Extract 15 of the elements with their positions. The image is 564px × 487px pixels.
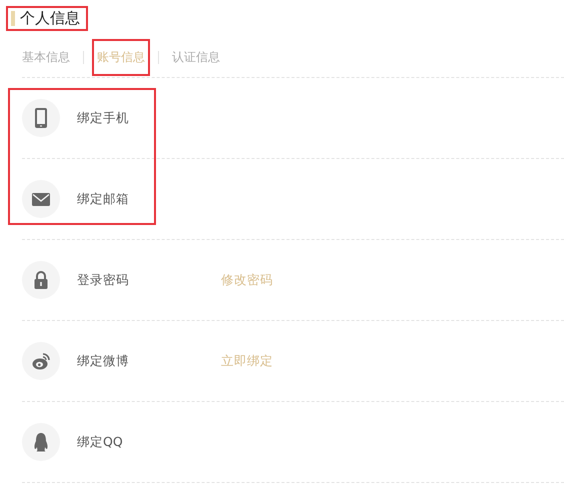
row-label: 绑定QQ [77, 434, 124, 450]
tab[interactable]: 账号信息 [93, 40, 149, 74]
penguin-icon [32, 432, 50, 452]
row-label: 绑定手机 [77, 110, 130, 126]
weibo-icon [32, 351, 50, 371]
row-label: 绑定邮箱 [77, 190, 130, 208]
tab[interactable]: 认证信息 [172, 40, 220, 74]
tab[interactable]: 基本信息 [22, 40, 70, 74]
lock-icon [32, 270, 50, 290]
phone-icon [32, 108, 50, 128]
row-label: 登录密码 [77, 272, 130, 288]
page-title: 个人信息 [8, 8, 86, 29]
action-link[interactable]: 修改密码 [221, 272, 273, 288]
row-label: 绑定微博 [77, 352, 130, 370]
action-link[interactable]: 立即绑定 [221, 352, 273, 370]
